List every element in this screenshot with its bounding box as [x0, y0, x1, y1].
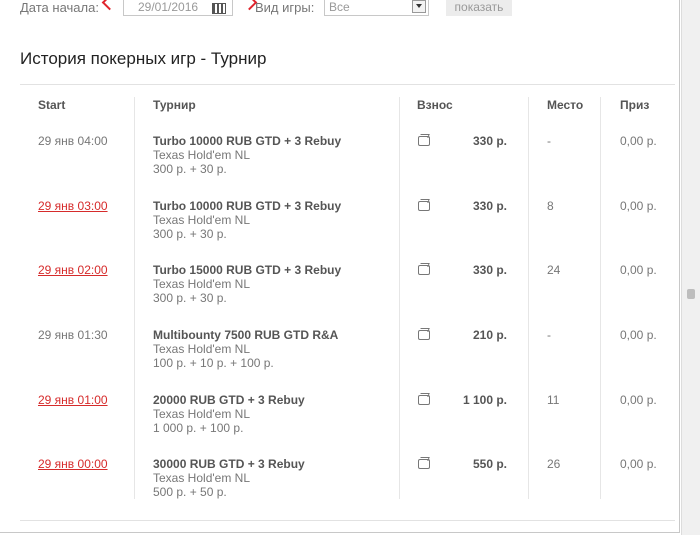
row-buyin-detail: 300 р. + 30 р.	[153, 291, 227, 305]
row-prize: 0,00 р.	[620, 263, 657, 277]
row-game-type: Texas Hold'em NL	[153, 342, 250, 356]
row-start-time: 29 янв 01:30	[38, 328, 108, 342]
table-row: 29 янв 01:30 Multibounty 7500 RUB GTD R&…	[0, 328, 680, 392]
table-row: 29 янв 01:00 20000 RUB GTD + 3 Rebuy Tex…	[0, 393, 680, 457]
header-place: Место	[547, 98, 584, 112]
scrollbar-thumb[interactable]	[687, 289, 695, 299]
row-buyin-detail: 1 000 р. + 100 р.	[153, 421, 244, 435]
row-prize: 0,00 р.	[620, 393, 657, 407]
show-button[interactable]: показать	[446, 0, 512, 16]
calendar-icon[interactable]	[212, 3, 226, 14]
row-place: 26	[547, 457, 561, 471]
row-fee: 550 р.	[472, 457, 507, 471]
row-start-time-link[interactable]: 29 янв 00:00	[38, 457, 108, 471]
wallet-icon	[418, 265, 430, 275]
row-fee: 330 р.	[472, 199, 507, 213]
row-prize: 0,00 р.	[620, 457, 657, 471]
row-start-time-link[interactable]: 29 янв 03:00	[38, 199, 108, 213]
row-place: 24	[547, 263, 561, 277]
row-buyin-detail: 500 р. + 50 р.	[153, 485, 227, 499]
game-type-value: Все	[329, 0, 350, 14]
row-tournament-name: 30000 RUB GTD + 3 Rebuy	[153, 457, 305, 471]
row-game-type: Texas Hold'em NL	[153, 213, 250, 227]
row-buyin-detail: 100 р. + 10 р. + 100 р.	[153, 356, 274, 370]
row-tournament-name: Multibounty 7500 RUB GTD R&A	[153, 328, 339, 342]
start-date-label: Дата начала:	[20, 0, 99, 15]
chevron-down-icon[interactable]	[412, 0, 426, 13]
row-start-time-link[interactable]: 29 янв 02:00	[38, 263, 108, 277]
row-tournament-name: Turbo 10000 RUB GTD + 3 Rebuy	[153, 199, 342, 213]
row-tournament-name: 20000 RUB GTD + 3 Rebuy	[153, 393, 305, 407]
row-fee: 1 100 р.	[462, 393, 507, 407]
row-game-type: Texas Hold'em NL	[153, 277, 250, 291]
row-tournament-name: Turbo 15000 RUB GTD + 3 Rebuy	[153, 263, 342, 277]
row-place: 8	[547, 199, 554, 213]
start-date-value: 29/01/2016	[138, 0, 199, 14]
filter-bar: Дата начала: 29/01/2016 Вид игры: Все по…	[0, 0, 680, 18]
row-prize: 0,00 р.	[620, 328, 657, 342]
row-fee: 330 р.	[472, 134, 507, 148]
divider	[20, 520, 675, 521]
row-fee: 330 р.	[472, 263, 507, 277]
wallet-icon	[418, 136, 430, 146]
table-row: 29 янв 00:00 30000 RUB GTD + 3 Rebuy Tex…	[0, 457, 680, 521]
header-tournament: Турнир	[153, 98, 196, 112]
table-row: 29 янв 02:00 Turbo 15000 RUB GTD + 3 Reb…	[0, 263, 680, 327]
row-place: -	[547, 134, 551, 148]
row-start-time: 29 янв 04:00	[38, 134, 108, 148]
row-buyin-detail: 300 р. + 30 р.	[153, 227, 227, 241]
row-place: -	[547, 328, 551, 342]
history-panel: Дата начала: 29/01/2016 Вид игры: Все по…	[0, 0, 680, 533]
header-start: Start	[38, 98, 66, 112]
table-row: 29 янв 04:00 Turbo 10000 RUB GTD + 3 Reb…	[0, 134, 680, 198]
prev-date-arrow-icon[interactable]	[101, 0, 118, 11]
row-game-type: Texas Hold'em NL	[153, 148, 250, 162]
wallet-icon	[418, 330, 430, 340]
divider	[20, 84, 675, 85]
wallet-icon	[418, 395, 430, 405]
row-game-type: Texas Hold'em NL	[153, 407, 250, 421]
wallet-icon	[418, 459, 430, 469]
row-game-type: Texas Hold'em NL	[153, 471, 250, 485]
start-date-input[interactable]: 29/01/2016	[123, 0, 233, 16]
header-fee: Взнос	[417, 98, 453, 112]
wallet-icon	[418, 201, 430, 211]
row-fee: 210 р.	[472, 328, 507, 342]
row-prize: 0,00 р.	[620, 134, 657, 148]
row-place: 11	[547, 393, 560, 407]
row-buyin-detail: 300 р. + 30 р.	[153, 162, 227, 176]
row-prize: 0,00 р.	[620, 199, 657, 213]
row-tournament-name: Turbo 10000 RUB GTD + 3 Rebuy	[153, 134, 342, 148]
page-title: История покерных игр - Турнир	[20, 49, 267, 68]
header-prize: Приз	[620, 98, 650, 112]
game-type-select[interactable]: Все	[324, 0, 429, 16]
table-row: 29 янв 03:00 Turbo 10000 RUB GTD + 3 Reb…	[0, 199, 680, 263]
game-type-label: Вид игры:	[255, 0, 315, 15]
row-start-time-link[interactable]: 29 янв 01:00	[38, 393, 108, 407]
vertical-scrollbar[interactable]	[681, 0, 700, 535]
